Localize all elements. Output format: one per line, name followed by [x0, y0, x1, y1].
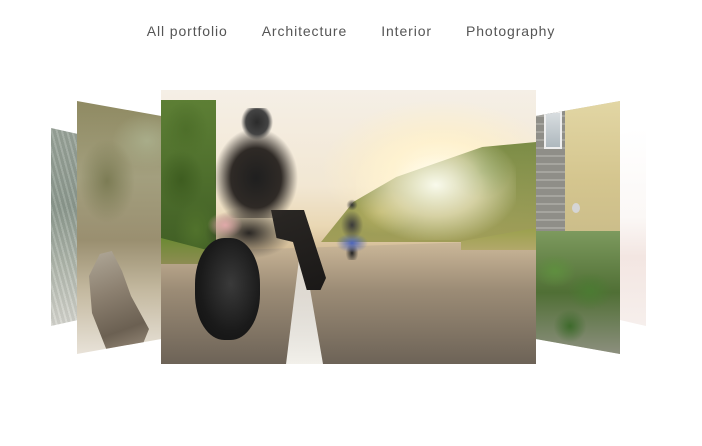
wall-image	[565, 101, 620, 236]
motorcyclist-image	[209, 108, 304, 218]
sun-glow-image	[356, 130, 516, 240]
carousel-slide-active[interactable]	[161, 90, 536, 364]
rock-image	[89, 251, 149, 351]
wall-lamp-image	[572, 203, 580, 213]
bushes-image	[535, 231, 620, 354]
carousel-slide-right[interactable]	[535, 101, 620, 354]
carousel-slide-left[interactable]	[77, 101, 162, 354]
carousel-slide-far-left[interactable]	[51, 128, 78, 326]
carousel-slide-far-right[interactable]	[620, 128, 646, 326]
motorcycle-wheel-image	[195, 238, 260, 340]
portfolio-coverflow-carousel	[0, 0, 702, 446]
distant-motorcycle-image	[326, 195, 378, 260]
window-image	[544, 111, 562, 149]
